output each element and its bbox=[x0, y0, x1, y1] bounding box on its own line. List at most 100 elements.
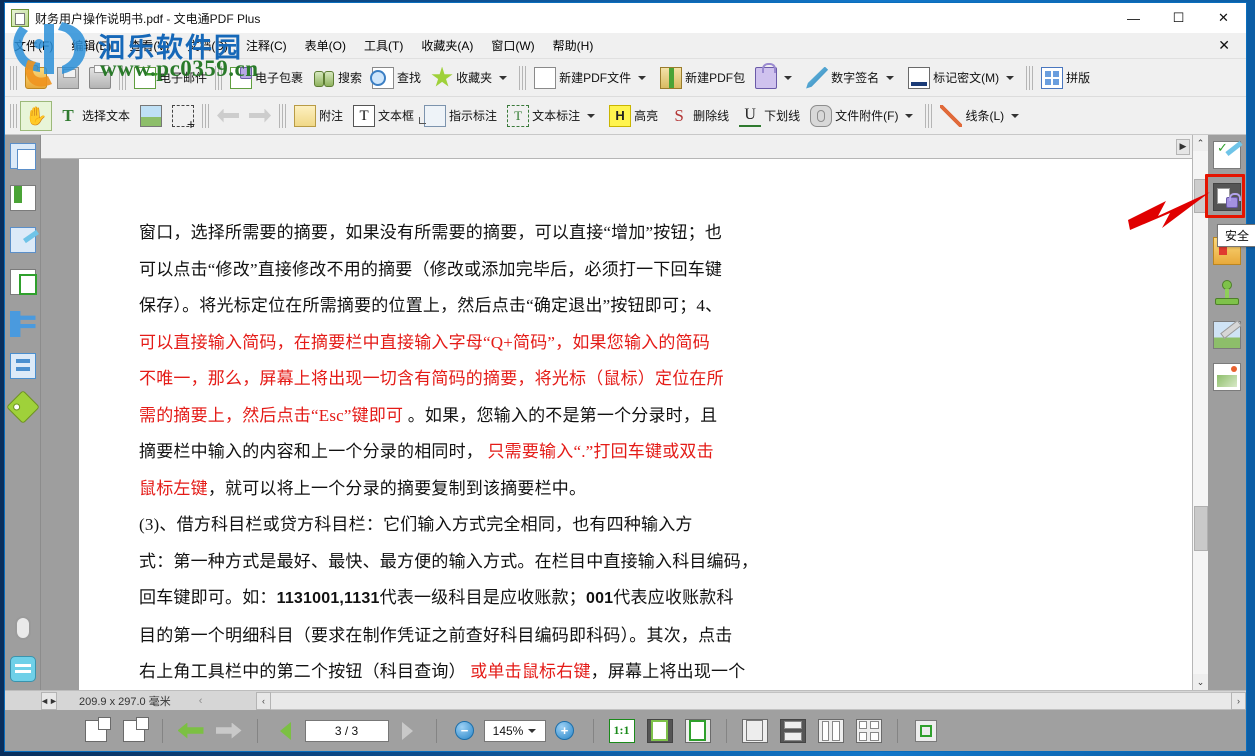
four-up-button[interactable] bbox=[854, 717, 884, 745]
status-chevron-icon[interactable]: ‹ bbox=[199, 695, 203, 707]
menu-document[interactable]: 文档(D) bbox=[178, 34, 237, 57]
chevron-down-icon[interactable] bbox=[886, 76, 894, 80]
toolbar-grip-2[interactable] bbox=[119, 66, 126, 90]
menu-view[interactable]: 查看(V) bbox=[120, 34, 178, 57]
redo-button[interactable] bbox=[244, 101, 276, 131]
toolbar-grip-3[interactable] bbox=[215, 66, 222, 90]
two-up-button[interactable] bbox=[816, 717, 846, 745]
hand-tool-button[interactable]: ✋ bbox=[20, 101, 52, 131]
textbox-button[interactable]: T 文本框 bbox=[348, 101, 419, 131]
page-insert-button[interactable] bbox=[119, 717, 149, 745]
chevron-down-icon[interactable] bbox=[905, 114, 913, 118]
sidebar-bookmarks-icon[interactable] bbox=[10, 185, 36, 211]
line-button[interactable]: 线条(L) bbox=[935, 101, 1028, 131]
prev-view-button[interactable] bbox=[176, 717, 206, 745]
close-document-button[interactable]: ✕ bbox=[1212, 37, 1236, 54]
find-button[interactable]: 查找 bbox=[367, 63, 426, 93]
rightbar-stamp-icon[interactable] bbox=[1213, 279, 1241, 307]
toolbar-grip-4[interactable] bbox=[519, 66, 526, 90]
highlight-button[interactable]: H 高亮 bbox=[604, 101, 663, 131]
rightbar-form-icon[interactable] bbox=[1213, 141, 1241, 169]
scroll-down-arrow-icon[interactable]: ⌄ bbox=[1193, 674, 1209, 690]
pdf-page[interactable]: 窗口，选择所需要的摘要，如果没有所需要的摘要，可以直接“增加”按钮；也 可以点击… bbox=[79, 159, 1192, 690]
actual-size-button[interactable]: 1:1 bbox=[607, 717, 637, 745]
single-page-button[interactable] bbox=[740, 717, 770, 745]
select-image-button[interactable] bbox=[135, 101, 167, 131]
close-button[interactable]: ✕ bbox=[1201, 3, 1246, 33]
minimize-button[interactable]: — bbox=[1111, 3, 1156, 33]
horizontal-scrollbar[interactable]: ‹ › bbox=[256, 692, 1246, 710]
vscroll-track[interactable] bbox=[1193, 151, 1209, 674]
menu-favorites[interactable]: 收藏夹(A) bbox=[412, 34, 482, 57]
file-attachment-button[interactable]: 文件附件(F) bbox=[805, 101, 922, 131]
menu-file[interactable]: 文件(F) bbox=[5, 34, 62, 57]
toolbar2-grip[interactable] bbox=[10, 104, 17, 128]
strikeout-button[interactable]: S 删除线 bbox=[663, 101, 734, 131]
chevron-down-icon[interactable] bbox=[1011, 114, 1019, 118]
chevron-down-icon[interactable] bbox=[528, 729, 536, 733]
redact-button[interactable]: 标记密文(M) bbox=[903, 63, 1023, 93]
hscroll-track[interactable] bbox=[271, 692, 1231, 710]
page-vertical-scrollbar[interactable]: ⌃ ⌄ bbox=[1192, 135, 1208, 690]
underline-button[interactable]: U 下划线 bbox=[734, 101, 805, 131]
toolbar2-grip-3[interactable] bbox=[279, 104, 286, 128]
select-text-button[interactable]: T 选择文本 bbox=[52, 101, 135, 131]
new-pdf-button[interactable]: 新建PDF文件 bbox=[529, 63, 655, 93]
sticky-note-button[interactable]: 附注 bbox=[289, 101, 348, 131]
chevron-down-icon[interactable] bbox=[1006, 76, 1014, 80]
chevron-down-icon[interactable] bbox=[638, 76, 646, 80]
zoom-level-input[interactable]: 145% bbox=[484, 720, 546, 742]
sidebar-layers-icon[interactable] bbox=[10, 269, 36, 295]
menu-tools[interactable]: 工具(T) bbox=[355, 34, 412, 57]
textmark-button[interactable]: T 文本标注 bbox=[502, 101, 604, 131]
sidebar-signatures-icon[interactable] bbox=[10, 227, 36, 253]
zoom-out-button[interactable]: − bbox=[450, 717, 480, 745]
snapshot-button[interactable] bbox=[167, 101, 199, 131]
prev-page-button[interactable] bbox=[271, 717, 301, 745]
page-number-input[interactable]: 3 / 3 bbox=[305, 720, 389, 742]
sidebar-outline-icon[interactable] bbox=[10, 311, 36, 337]
email-button[interactable]: 电子邮件 bbox=[129, 63, 212, 93]
menu-form[interactable]: 表单(O) bbox=[296, 34, 355, 57]
sidebar-pages-icon[interactable] bbox=[10, 143, 36, 169]
new-package-button[interactable]: 新建PDF包 bbox=[655, 63, 750, 93]
menu-edit[interactable]: 编辑(E) bbox=[62, 34, 120, 57]
imposition-button[interactable]: 拼版 bbox=[1036, 63, 1095, 93]
menu-help[interactable]: 帮助(H) bbox=[544, 34, 603, 57]
favorites-button[interactable]: 收藏夹 bbox=[426, 63, 516, 93]
sidebar-attachments-icon[interactable] bbox=[15, 616, 31, 640]
menu-comment[interactable]: 注释(C) bbox=[237, 34, 296, 57]
chevron-down-icon[interactable] bbox=[784, 76, 792, 80]
next-view-button[interactable] bbox=[214, 717, 244, 745]
fit-width-button[interactable] bbox=[645, 717, 675, 745]
toolbar2-grip-4[interactable] bbox=[925, 104, 932, 128]
chevron-down-icon[interactable] bbox=[499, 76, 507, 80]
fit-visible-button[interactable] bbox=[911, 717, 941, 745]
open-button[interactable] bbox=[20, 63, 52, 93]
undo-button[interactable] bbox=[212, 101, 244, 131]
toolbar-grip-5[interactable] bbox=[1026, 66, 1033, 90]
rightbar-multimedia-icon[interactable] bbox=[1213, 363, 1241, 391]
save-button[interactable] bbox=[52, 63, 84, 93]
sidebar-comments-icon[interactable] bbox=[10, 656, 36, 682]
search-button[interactable]: 搜索 bbox=[308, 63, 367, 93]
callout-button[interactable]: 指示标注 bbox=[419, 101, 502, 131]
security-button[interactable] bbox=[750, 63, 801, 93]
package-button[interactable]: 电子包裹 bbox=[225, 63, 308, 93]
hscroll-left-arrow-icon[interactable]: ‹ bbox=[256, 692, 271, 710]
chevron-down-icon[interactable] bbox=[587, 114, 595, 118]
page-extract-button[interactable] bbox=[81, 717, 111, 745]
vscroll-thumb-2[interactable] bbox=[1194, 506, 1208, 551]
sidebar-tags-icon[interactable] bbox=[6, 390, 40, 424]
scroll-up-arrow-icon[interactable]: ⌃ bbox=[1193, 135, 1209, 151]
maximize-button[interactable]: ☐ bbox=[1156, 3, 1201, 33]
print-button[interactable] bbox=[84, 63, 116, 93]
continuous-page-button[interactable] bbox=[778, 717, 808, 745]
menu-window[interactable]: 窗口(W) bbox=[482, 34, 543, 57]
zoom-in-button[interactable]: + bbox=[550, 717, 580, 745]
resize-grip-icon[interactable]: ◄► bbox=[41, 692, 57, 710]
hscroll-right-arrow-icon[interactable]: › bbox=[1231, 692, 1246, 710]
digital-signature-button[interactable]: 数字签名 bbox=[801, 63, 903, 93]
toolbar2-grip-2[interactable] bbox=[202, 104, 209, 128]
scroll-right-arrow-icon[interactable]: ▶ bbox=[1176, 139, 1190, 155]
